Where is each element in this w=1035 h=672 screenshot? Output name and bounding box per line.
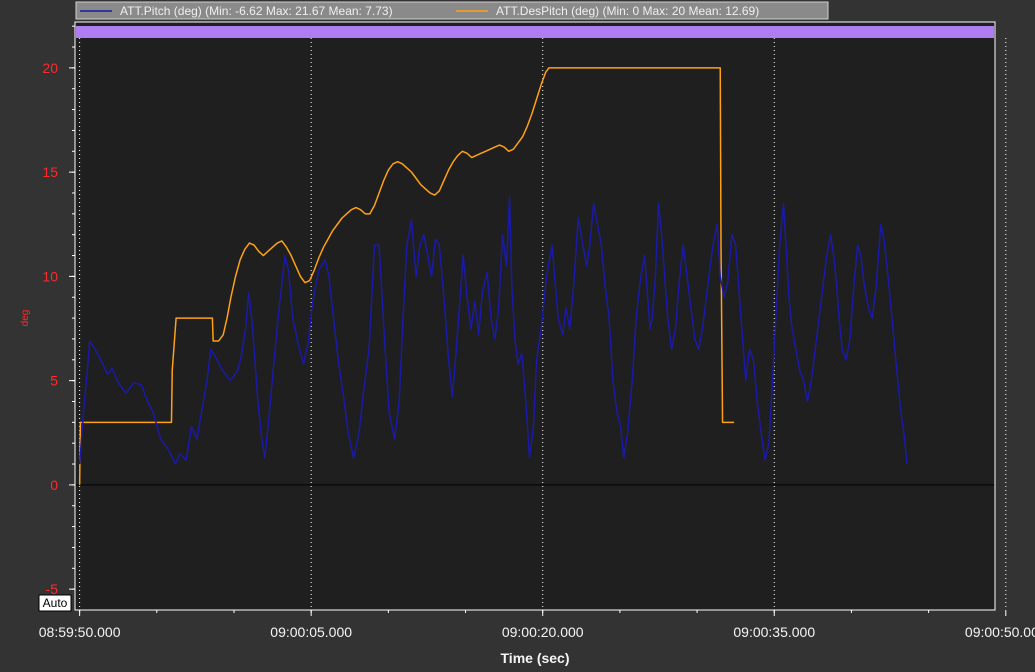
x-tick-label: 08:59:50.000 [39, 624, 121, 640]
mode-badge-label: Auto [43, 596, 68, 610]
y-axis-title: deg [20, 310, 31, 327]
plot-area [74, 21, 996, 611]
x-tick-label: 09:00:50.000 [965, 624, 1035, 640]
x-tick-label: 09:00:05.000 [270, 624, 352, 640]
x-tick-label: 09:00:35.000 [733, 624, 815, 640]
legend-label-pitch: ATT.Pitch (deg) (Min: -6.62 Max: 21.67 M… [120, 4, 393, 18]
y-tick-label: 15 [42, 164, 58, 180]
y-tick-label: 0 [50, 477, 58, 493]
x-axis-title: Time (sec) [501, 650, 570, 666]
legend: ATT.Pitch (deg) (Min: -6.62 Max: 21.67 M… [75, 1, 829, 20]
legend-label-despitch: ATT.DesPitch (deg) (Min: 0 Max: 20 Mean:… [496, 4, 759, 18]
y-tick-label: 10 [42, 268, 58, 284]
y-tick-label: 5 [50, 373, 58, 389]
pitch-chart: ATT.Pitch (deg) (Min: -6.62 Max: 21.67 M… [0, 0, 1035, 672]
x-tick-label: 09:00:20.000 [502, 624, 584, 640]
flight-mode-bar [76, 26, 994, 38]
y-tick-label: 20 [42, 60, 58, 76]
mode-badge: Auto [38, 594, 72, 612]
